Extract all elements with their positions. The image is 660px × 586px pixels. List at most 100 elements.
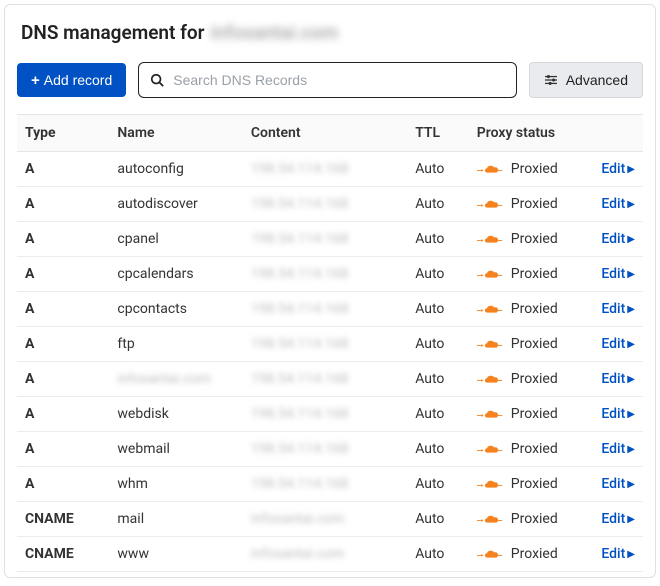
proxy-cloud-icon: [477, 407, 503, 421]
cell-edit: Edit▶: [592, 362, 643, 397]
proxy-status-label: Proxied: [511, 371, 558, 387]
edit-link[interactable]: Edit▶: [601, 546, 635, 562]
cell-edit: Edit▶: [592, 257, 643, 292]
cell-type: A: [17, 152, 109, 187]
edit-link[interactable]: Edit▶: [601, 476, 635, 492]
table-row: Acpcalendars198.54.114.168Auto ProxiedEd…: [17, 257, 643, 292]
proxy-cloud-icon: [477, 267, 503, 281]
chevron-right-icon: ▶: [627, 374, 635, 385]
edit-link[interactable]: Edit▶: [601, 161, 635, 177]
proxy-status-label: Proxied: [511, 441, 558, 457]
table-row: CNAMEmailinfosantai.comAuto ProxiedEdit▶: [17, 502, 643, 537]
search-input[interactable]: [138, 62, 516, 98]
cell-name: autoconfig: [109, 152, 242, 187]
th-edit: [592, 115, 643, 152]
edit-link[interactable]: Edit▶: [601, 196, 635, 212]
proxy-status-label: Proxied: [511, 546, 558, 562]
th-proxy: Proxy status: [469, 115, 592, 152]
controls-row: + Add record Advanced: [17, 62, 643, 98]
cell-ttl: Auto: [407, 397, 469, 432]
cell-name: autodiscover: [109, 187, 242, 222]
cell-proxy: Proxied: [469, 222, 592, 257]
cell-proxy: Proxied: [469, 362, 592, 397]
proxy-cloud-icon: [477, 197, 503, 211]
cell-type: CNAME: [17, 502, 109, 537]
edit-link[interactable]: Edit▶: [601, 511, 635, 527]
cell-edit: Edit▶: [592, 222, 643, 257]
page-title: DNS management for: [21, 21, 205, 44]
edit-link[interactable]: Edit▶: [601, 266, 635, 282]
cell-edit: Edit▶: [592, 152, 643, 187]
table-row: Aautodiscover198.54.114.168Auto ProxiedE…: [17, 187, 643, 222]
edit-link[interactable]: Edit▶: [601, 301, 635, 317]
cell-ttl: Auto: [407, 327, 469, 362]
cell-name: infosantai.com: [109, 362, 242, 397]
chevron-right-icon: ▶: [627, 339, 635, 350]
cell-ttl: Auto: [407, 537, 469, 572]
proxy-status-label: Proxied: [511, 196, 558, 212]
advanced-button[interactable]: Advanced: [529, 62, 643, 98]
cell-type: A: [17, 327, 109, 362]
cell-proxy: Proxied: [469, 152, 592, 187]
table-row: Awebdisk198.54.114.168Auto ProxiedEdit▶: [17, 397, 643, 432]
cell-name: mail: [109, 502, 242, 537]
proxy-cloud-icon: [477, 162, 503, 176]
chevron-right-icon: ▶: [627, 304, 635, 315]
cell-content: 198.54.114.168: [243, 467, 407, 502]
cell-content: 198.54.114.168: [243, 257, 407, 292]
edit-link[interactable]: Edit▶: [601, 231, 635, 247]
cell-content: 198.54.114.168: [243, 152, 407, 187]
table-row: Aautoconfig198.54.114.168Auto ProxiedEdi…: [17, 152, 643, 187]
proxy-status-label: Proxied: [511, 231, 558, 247]
table-row: CNAMEwwwinfosantai.comAuto ProxiedEdit▶: [17, 537, 643, 572]
cell-type: A: [17, 397, 109, 432]
proxy-status-label: Proxied: [511, 161, 558, 177]
chevron-right-icon: ▶: [627, 199, 635, 210]
proxy-cloud-icon: [477, 477, 503, 491]
cell-name: cpcontacts: [109, 292, 242, 327]
cell-proxy: Proxied: [469, 292, 592, 327]
cell-edit: Edit▶: [592, 187, 643, 222]
cell-type: A: [17, 432, 109, 467]
th-name: Name: [109, 115, 242, 152]
proxy-cloud-icon: [477, 512, 503, 526]
proxy-cloud-icon: [477, 302, 503, 316]
cell-proxy: Proxied: [469, 397, 592, 432]
cell-content: 198.54.114.168: [243, 432, 407, 467]
proxy-cloud-icon: [477, 372, 503, 386]
cell-type: A: [17, 362, 109, 397]
cell-name: ftp: [109, 327, 242, 362]
edit-link[interactable]: Edit▶: [601, 336, 635, 352]
cell-ttl: Auto: [407, 362, 469, 397]
proxy-status-label: Proxied: [511, 476, 558, 492]
chevron-right-icon: ▶: [627, 444, 635, 455]
sliders-icon: [544, 74, 558, 86]
cell-content: 198.54.114.168: [243, 397, 407, 432]
cell-name: cpanel: [109, 222, 242, 257]
proxy-cloud-icon: [477, 337, 503, 351]
panel-header: DNS management for infosantai.com: [17, 17, 643, 44]
proxy-status-label: Proxied: [511, 511, 558, 527]
edit-link[interactable]: Edit▶: [601, 371, 635, 387]
cell-name: www: [109, 537, 242, 572]
proxy-status-label: Proxied: [511, 266, 558, 282]
chevron-right-icon: ▶: [627, 164, 635, 175]
add-record-label: Add record: [44, 72, 112, 88]
add-record-button[interactable]: + Add record: [17, 63, 126, 97]
cell-edit: Edit▶: [592, 537, 643, 572]
cell-content: 198.54.114.168: [243, 222, 407, 257]
table-row: Awebmail198.54.114.168Auto ProxiedEdit▶: [17, 432, 643, 467]
cell-ttl: Auto: [407, 432, 469, 467]
cell-content: 198.54.114.168: [243, 327, 407, 362]
cell-ttl: Auto: [407, 292, 469, 327]
proxy-cloud-icon: [477, 442, 503, 456]
proxy-status-label: Proxied: [511, 406, 558, 422]
cell-content: infosantai.com: [243, 502, 407, 537]
table-row: Acpanel198.54.114.168Auto ProxiedEdit▶: [17, 222, 643, 257]
domain-name-masked: infosantai.com: [211, 21, 339, 44]
table-row: Acpcontacts198.54.114.168Auto ProxiedEdi…: [17, 292, 643, 327]
cell-content: 198.54.114.168: [243, 187, 407, 222]
edit-link[interactable]: Edit▶: [601, 406, 635, 422]
chevron-right-icon: ▶: [627, 269, 635, 280]
edit-link[interactable]: Edit▶: [601, 441, 635, 457]
